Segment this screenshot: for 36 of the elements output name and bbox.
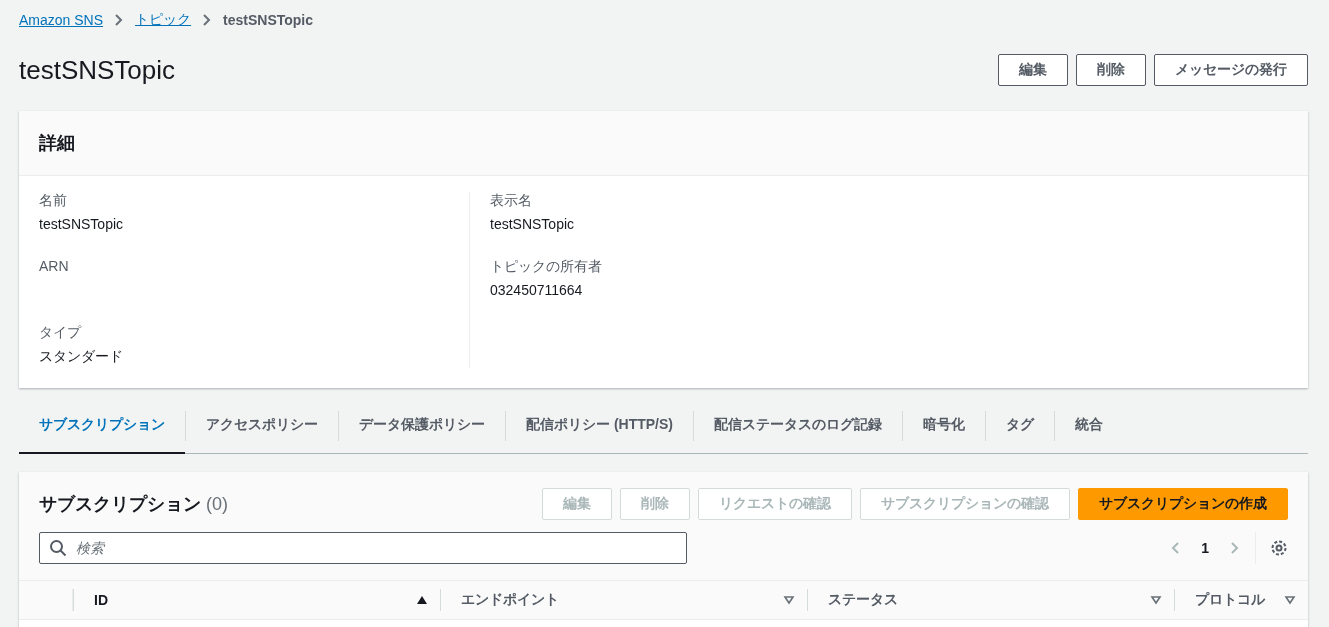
field-label: ARN	[39, 258, 70, 274]
column-header[interactable]: ステータス	[807, 589, 1174, 611]
field-value: 032450711664	[490, 282, 584, 298]
column-header[interactable]: プロトコル	[1174, 589, 1308, 611]
field-label: 表示名	[490, 192, 533, 210]
field-label: 名前	[39, 192, 68, 210]
chevron-right-icon	[1229, 542, 1241, 554]
tab[interactable]: 暗号化	[903, 398, 985, 454]
search-field[interactable]: 検索	[39, 532, 687, 564]
header-button[interactable]: メッセージの発行	[1154, 54, 1308, 86]
page-number[interactable]: 1	[1195, 539, 1215, 557]
tab[interactable]: タグ	[986, 398, 1054, 454]
create-button[interactable]: サブスクリプションの作成	[1078, 488, 1288, 520]
tab[interactable]: 配信ステータスのログ記録	[694, 398, 902, 454]
tab[interactable]: 配信ポリシー (HTTP/S)	[506, 398, 693, 454]
settings-icon[interactable]	[1270, 539, 1288, 557]
field-value: testSNSTopic	[490, 216, 576, 232]
page-title: testSNSTopic	[19, 54, 176, 86]
breadcrumb-current: testSNSTopic	[223, 12, 314, 28]
field-value: スタンダード	[39, 348, 124, 366]
header-button[interactable]: 削除	[1076, 54, 1146, 86]
card-heading: 詳細	[39, 132, 75, 155]
column-header[interactable]: ID	[73, 589, 440, 611]
breadcrumb-link[interactable]: Amazon SNS	[19, 12, 104, 28]
chevron-left-icon	[1169, 542, 1182, 554]
panel-heading: サブスクリプション (0)	[39, 493, 228, 516]
field-label: タイプ	[39, 324, 83, 342]
tab[interactable]: 統合	[1055, 398, 1123, 454]
tab[interactable]: サブスクリプション	[19, 398, 185, 454]
field-value: testSNSTopic	[39, 216, 125, 232]
breadcrumb-link[interactable]: トピック	[135, 11, 192, 29]
header-button[interactable]: 編集	[998, 54, 1068, 86]
column-header[interactable]: エンドポイント	[440, 589, 807, 611]
tab[interactable]: アクセスポリシー	[186, 398, 338, 454]
field-label: トピックの所有者	[490, 258, 603, 276]
tab[interactable]: データ保護ポリシー	[339, 398, 505, 454]
